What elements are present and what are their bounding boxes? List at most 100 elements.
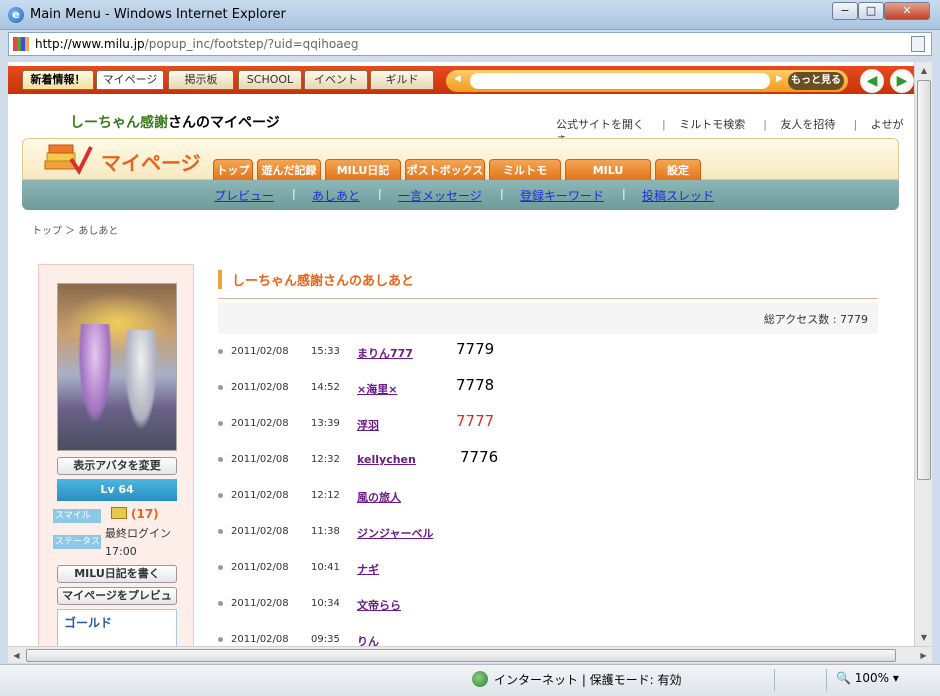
visitor-name-link[interactable]: まりん777 <box>357 345 413 361</box>
hscroll-thumb[interactable] <box>26 649 896 662</box>
handwritten-count-note: 7777 <box>456 412 495 430</box>
title-divider <box>218 298 878 299</box>
visit-time: 10:41 <box>311 562 340 573</box>
link-official-site[interactable]: 公式サイトを開く <box>556 118 644 131</box>
bullet-icon <box>218 421 223 426</box>
subnav-threads[interactable]: 投稿スレッド <box>642 187 714 204</box>
mypage-subnav: プレビュー | あしあと | 一言メッセージ | 登録キーワード | 投稿スレッ… <box>22 180 899 210</box>
zoom-level[interactable]: 🔍 100% ▾ <box>836 671 899 685</box>
visitor-name-link[interactable]: 文帝らら <box>357 597 401 613</box>
last-login-label: 最終ログイン <box>105 527 171 540</box>
tab-event[interactable]: イベント <box>304 70 368 90</box>
page-content: 新着情報！ マイページ 掲示板 SCHOOL イベント ギルド ◀ ▶ もっと見… <box>8 62 914 646</box>
subnav-preview[interactable]: プレビュー <box>214 187 274 204</box>
visitor-name-link[interactable]: ×海里× <box>357 381 397 397</box>
access-count: 総アクセス数 : 7779 <box>763 313 868 326</box>
page-report-icon[interactable] <box>911 36 925 52</box>
tab-postbox[interactable]: ポストボックス <box>405 159 485 181</box>
ticker-left-icon[interactable]: ◀ <box>454 74 461 84</box>
tab-mypage[interactable]: マイページ <box>96 70 164 90</box>
tab-news[interactable]: 新着情報！ <box>22 70 94 90</box>
ticker-right-icon[interactable]: ▶ <box>776 74 783 84</box>
subnav-footprints[interactable]: あしあと <box>312 187 360 204</box>
visit-date: 2011/02/08 <box>231 346 289 357</box>
bullet-icon <box>218 529 223 534</box>
visit-time: 12:12 <box>311 490 340 501</box>
handwritten-count-note: 7779 <box>456 340 495 358</box>
security-zone[interactable]: インターネット | 保護モード: 有効 <box>474 671 682 688</box>
change-avatar-button[interactable]: 表示アバタを変更 <box>57 457 177 475</box>
tab-school[interactable]: SCHOOL <box>238 70 302 90</box>
close-button[interactable]: ✕ <box>884 2 930 20</box>
visitor-name-link[interactable]: 浮羽 <box>357 417 379 433</box>
mypage-title: マイページ <box>101 151 201 175</box>
bullet-icon <box>218 349 223 354</box>
visit-time: 12:32 <box>311 454 340 465</box>
ticker-field[interactable] <box>470 73 770 89</box>
visit-time: 13:39 <box>311 418 340 429</box>
title-bar: e Main Menu - Windows Internet Explorer … <box>0 0 940 30</box>
visitor-name-link[interactable]: りん <box>357 633 379 646</box>
gold-label: ゴールド <box>64 616 113 630</box>
smile-count: (17) <box>131 507 159 521</box>
scroll-right-icon[interactable]: ▶ <box>915 647 932 664</box>
visit-time: 14:52 <box>311 382 340 393</box>
visit-date: 2011/02/08 <box>231 490 289 501</box>
link-mirutomo-search[interactable]: ミルトモ検索 <box>679 118 745 131</box>
preview-mypage-button[interactable]: マイページをプレビュー <box>57 587 177 618</box>
visit-date: 2011/02/08 <box>231 454 289 465</box>
level-bar: Lv 64 <box>57 479 177 501</box>
mypage-books-logo-icon <box>44 144 93 175</box>
tab-milu-diary[interactable]: MILU日記 <box>325 159 401 181</box>
scroll-down-icon[interactable]: ▼ <box>915 629 933 646</box>
status-tag: ステータス <box>53 535 101 549</box>
milu-top-bar: 新着情報！ マイページ 掲示板 SCHOOL イベント ギルド ◀ ▶ もっと見… <box>8 66 914 94</box>
milu-favicon-icon <box>13 37 29 51</box>
link-invite-friend[interactable]: 友人を招待 <box>780 118 835 131</box>
access-count-bar: 総アクセス数 : 7779 <box>218 302 878 334</box>
profile-panel: 表示アバタを変更 Lv 64 スマイル ステータス (17) 最終ログイン 17… <box>38 264 194 646</box>
maximize-button[interactable]: □ <box>858 2 884 20</box>
ie-icon: e <box>8 7 24 23</box>
forward-arrow-icon[interactable]: ▶ <box>890 69 914 93</box>
bullet-icon <box>218 601 223 606</box>
subnav-one-message[interactable]: 一言メッセージ <box>398 187 482 204</box>
visit-date: 2011/02/08 <box>231 562 289 573</box>
back-arrow-icon[interactable]: ◀ <box>860 69 884 93</box>
vertical-scrollbar[interactable]: ▲ ▼ <box>914 62 932 646</box>
tab-board[interactable]: 掲示板 <box>168 70 234 90</box>
url-text[interactable]: http://www.milu.jp/popup_inc/footstep/?u… <box>35 37 359 51</box>
handwritten-count-note: 7776 <box>460 448 499 466</box>
visit-date: 2011/02/08 <box>231 418 289 429</box>
tab-play-record[interactable]: 遊んだ記録 <box>257 159 321 181</box>
last-login: 最終ログイン 17:00 <box>105 525 171 561</box>
visit-date: 2011/02/08 <box>231 634 289 645</box>
visitor-name-link[interactable]: ナギ <box>357 561 379 577</box>
write-diary-button[interactable]: MILU日記を書く <box>57 565 177 583</box>
news-ticker: ◀ ▶ もっと見る <box>446 70 848 92</box>
visitor-name-link[interactable]: 風の旅人 <box>357 489 401 505</box>
scroll-thumb[interactable] <box>917 80 931 480</box>
tab-settings[interactable]: 設定 <box>655 159 701 181</box>
smile-tag: スマイル <box>53 509 101 523</box>
visitor-name-link[interactable]: ジンジャーベル <box>357 525 433 541</box>
tab-guild[interactable]: ギルド <box>370 70 434 90</box>
more-button[interactable]: もっと見る <box>788 72 844 90</box>
scroll-up-icon[interactable]: ▲ <box>915 62 933 79</box>
mypage-header: マイページ トップ 遊んだ記録 MILU日記 ポストボックス ミルトモ MILU… <box>22 138 899 199</box>
bullet-icon <box>218 385 223 390</box>
horizontal-scrollbar[interactable]: ◀ ▶ <box>8 646 932 663</box>
tab-milu-school[interactable]: MILU SCHOOL <box>565 159 651 199</box>
visit-time: 10:34 <box>311 598 340 609</box>
tab-mirutomo[interactable]: ミルトモ <box>489 159 561 181</box>
subnav-keywords[interactable]: 登録キーワード <box>520 187 604 204</box>
address-bar[interactable]: http://www.milu.jp/popup_inc/footstep/?u… <box>8 32 932 56</box>
visit-time: 15:33 <box>311 346 340 357</box>
minimize-button[interactable]: − <box>832 2 858 20</box>
scroll-left-icon[interactable]: ◀ <box>8 647 25 664</box>
handwritten-count-note: 7778 <box>456 376 495 394</box>
tab-top[interactable]: トップ <box>213 159 253 181</box>
footprints-title: しーちゃん感謝さんのあしあと <box>218 270 414 289</box>
visit-date: 2011/02/08 <box>231 598 289 609</box>
visitor-name-link[interactable]: kellychen <box>357 453 416 466</box>
